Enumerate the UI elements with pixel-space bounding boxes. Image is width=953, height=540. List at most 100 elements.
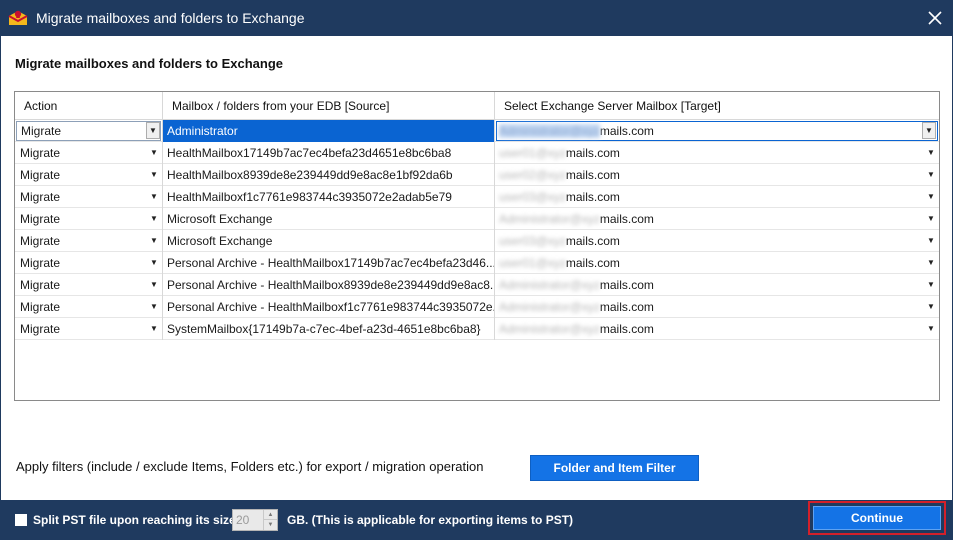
target-mailbox-dropdown[interactable]: Administrator@xyz mails.com ▼ [495, 274, 939, 296]
source-mailbox-name: HealthMailboxf1c7761e983744c3935072e2ada… [167, 190, 452, 204]
continue-highlight: Continue [808, 501, 946, 535]
target-mailbox-dropdown[interactable]: user01@xyz mails.com ▼ [495, 252, 939, 274]
source-mailbox-cell[interactable]: SystemMailbox{17149b7a-c7ec-4bef-a23d-46… [163, 318, 495, 340]
chevron-down-icon[interactable]: ▼ [147, 276, 161, 293]
redacted-email-prefix: user01@xyz [499, 256, 566, 270]
table-row[interactable]: Migrate ▼ Personal Archive - HealthMailbox… [15, 296, 939, 318]
column-header-source[interactable]: Mailbox / folders from your EDB [Source] [163, 92, 495, 119]
chevron-down-icon[interactable]: ▼ [924, 166, 938, 183]
split-size-value[interactable]: 20 [236, 513, 249, 527]
target-mailbox-dropdown[interactable]: user03@xyz mails.com ▼ [495, 186, 939, 208]
title-bar: Migrate mailboxes and folders to Exchang… [0, 0, 953, 36]
chevron-down-icon[interactable]: ▼ [146, 122, 160, 139]
column-header-action[interactable]: Action [15, 92, 163, 119]
folder-and-item-filter-button[interactable]: Folder and Item Filter [530, 455, 699, 481]
redacted-email-prefix: Administrator@xyz [499, 322, 600, 336]
source-mailbox-cell[interactable]: Administrator [163, 120, 495, 142]
table-row[interactable]: Migrate ▼ Microsoft Exchange user03@xyz mail… [15, 230, 939, 252]
chevron-down-icon[interactable]: ▼ [147, 232, 161, 249]
action-dropdown[interactable]: Migrate ▼ [15, 208, 163, 230]
source-mailbox-cell[interactable]: Personal Archive - HealthMailboxf1c7761e… [163, 296, 495, 318]
target-mailbox-dropdown[interactable]: Administrator@xyz mails.com ▼ [495, 120, 939, 142]
target-email-domain: mails.com [599, 124, 654, 138]
target-email-domain: mails.com [565, 234, 620, 248]
table-row[interactable]: Migrate ▼ Administrator Administrator@xyz ma… [15, 120, 939, 142]
action-dropdown[interactable]: Migrate ▼ [15, 142, 163, 164]
continue-button[interactable]: Continue [813, 506, 941, 530]
target-mailbox-email: user03@xyz mails.com [499, 190, 620, 204]
chevron-down-icon[interactable]: ▼ [924, 188, 938, 205]
target-mailbox-email: Administrator@xyz mails.com [499, 322, 654, 336]
source-mailbox-cell[interactable]: Personal Archive - HealthMailbox17149b7a… [163, 252, 495, 274]
chevron-down-icon[interactable]: ▼ [147, 298, 161, 315]
redacted-email-prefix: Administrator@xyz [499, 212, 600, 226]
action-dropdown[interactable]: Migrate ▼ [15, 230, 163, 252]
table-row[interactable]: Migrate ▼ Microsoft Exchange Administrator@… [15, 208, 939, 230]
source-mailbox-cell[interactable]: HealthMailboxf1c7761e983744c3935072e2ada… [163, 186, 495, 208]
redacted-email-prefix: user01@xyz [499, 146, 566, 160]
target-mailbox-email: user02@xyz mails.com [499, 168, 620, 182]
action-dropdown[interactable]: Migrate ▼ [15, 120, 163, 142]
action-dropdown[interactable]: Migrate ▼ [15, 274, 163, 296]
redacted-email-prefix: user03@xyz [499, 190, 566, 204]
close-icon[interactable] [917, 0, 953, 36]
source-mailbox-cell[interactable]: Personal Archive - HealthMailbox8939de8e… [163, 274, 495, 296]
split-pst-checkbox[interactable] [15, 514, 27, 526]
table-row[interactable]: Migrate ▼ Personal Archive - HealthMailbox… [15, 252, 939, 274]
table-row[interactable]: Migrate ▼ Personal Archive - HealthMailbox… [15, 274, 939, 296]
table-row[interactable]: Migrate ▼ SystemMailbox{17149b7a-c7ec-4bef… [15, 318, 939, 340]
target-email-domain: mails.com [565, 146, 620, 160]
chevron-down-icon[interactable]: ▼ [924, 232, 938, 249]
stepper-up-icon[interactable]: ▲ [264, 510, 277, 520]
window-title: Migrate mailboxes and folders to Exchang… [36, 10, 305, 26]
table-header: Action Mailbox / folders from your EDB [… [15, 92, 939, 120]
target-email-domain: mails.com [599, 300, 654, 314]
chevron-down-icon[interactable]: ▼ [924, 320, 938, 337]
chevron-down-icon[interactable]: ▼ [924, 276, 938, 293]
target-mailbox-email: user03@xyz mails.com [499, 234, 620, 248]
chevron-down-icon[interactable]: ▼ [924, 144, 938, 161]
source-mailbox-cell[interactable]: HealthMailbox8939de8e239449dd9e8ac8e1bf9… [163, 164, 495, 186]
table-row[interactable]: Migrate ▼ HealthMailboxf1c7761e983744c3935… [15, 186, 939, 208]
source-mailbox-cell[interactable]: Microsoft Exchange [163, 230, 495, 252]
redacted-email-prefix: Administrator@xyz [499, 124, 600, 138]
source-mailbox-cell[interactable]: Microsoft Exchange [163, 208, 495, 230]
chevron-down-icon[interactable]: ▼ [147, 188, 161, 205]
stepper-arrows: ▲ ▼ [263, 510, 277, 530]
source-mailbox-cell[interactable]: HealthMailbox17149b7ac7ec4befa23d4651e8b… [163, 142, 495, 164]
target-mailbox-email: user01@xyz mails.com [499, 256, 620, 270]
action-dropdown[interactable]: Migrate ▼ [15, 252, 163, 274]
action-dropdown[interactable]: Migrate ▼ [15, 164, 163, 186]
action-dropdown[interactable]: Migrate ▼ [15, 296, 163, 318]
target-mailbox-dropdown[interactable]: user03@xyz mails.com ▼ [495, 230, 939, 252]
target-mailbox-dropdown[interactable]: user01@xyz mails.com ▼ [495, 142, 939, 164]
chevron-down-icon[interactable]: ▼ [147, 254, 161, 271]
chevron-down-icon[interactable]: ▼ [147, 210, 161, 227]
chevron-down-icon[interactable]: ▼ [147, 166, 161, 183]
source-mailbox-name: Personal Archive - HealthMailbox17149b7a… [167, 256, 495, 270]
action-value: Migrate [20, 322, 61, 336]
action-dropdown[interactable]: Migrate ▼ [15, 318, 163, 340]
chevron-down-icon[interactable]: ▼ [924, 254, 938, 271]
table-body: Migrate ▼ Administrator Administrator@xyz ma… [15, 120, 939, 340]
target-mailbox-dropdown[interactable]: user02@xyz mails.com ▼ [495, 164, 939, 186]
stepper-down-icon[interactable]: ▼ [264, 520, 277, 530]
chevron-down-icon[interactable]: ▼ [147, 144, 161, 161]
target-mailbox-dropdown[interactable]: Administrator@xyz mails.com ▼ [495, 296, 939, 318]
target-email-domain: mails.com [565, 256, 620, 270]
action-value: Migrate [20, 234, 61, 248]
chevron-down-icon[interactable]: ▼ [924, 298, 938, 315]
source-mailbox-name: Personal Archive - HealthMailbox8939de8e… [167, 278, 495, 292]
chevron-down-icon[interactable]: ▼ [924, 210, 938, 227]
table-row[interactable]: Migrate ▼ HealthMailbox17149b7ac7ec4befa23… [15, 142, 939, 164]
chevron-down-icon[interactable]: ▼ [147, 320, 161, 337]
table-row[interactable]: Migrate ▼ HealthMailbox8939de8e239449dd9e8… [15, 164, 939, 186]
action-dropdown[interactable]: Migrate ▼ [15, 186, 163, 208]
target-mailbox-email: user01@xyz mails.com [499, 146, 620, 160]
chevron-down-icon[interactable]: ▼ [922, 122, 936, 139]
target-mailbox-dropdown[interactable]: Administrator@xyz mails.com ▼ [495, 208, 939, 230]
redacted-email-prefix: user03@xyz [499, 234, 566, 248]
target-mailbox-dropdown[interactable]: Administrator@xyz mails.com ▼ [495, 318, 939, 340]
split-size-stepper[interactable]: 20 ▲ ▼ [232, 509, 278, 531]
column-header-target[interactable]: Select Exchange Server Mailbox [Target] [495, 92, 939, 119]
